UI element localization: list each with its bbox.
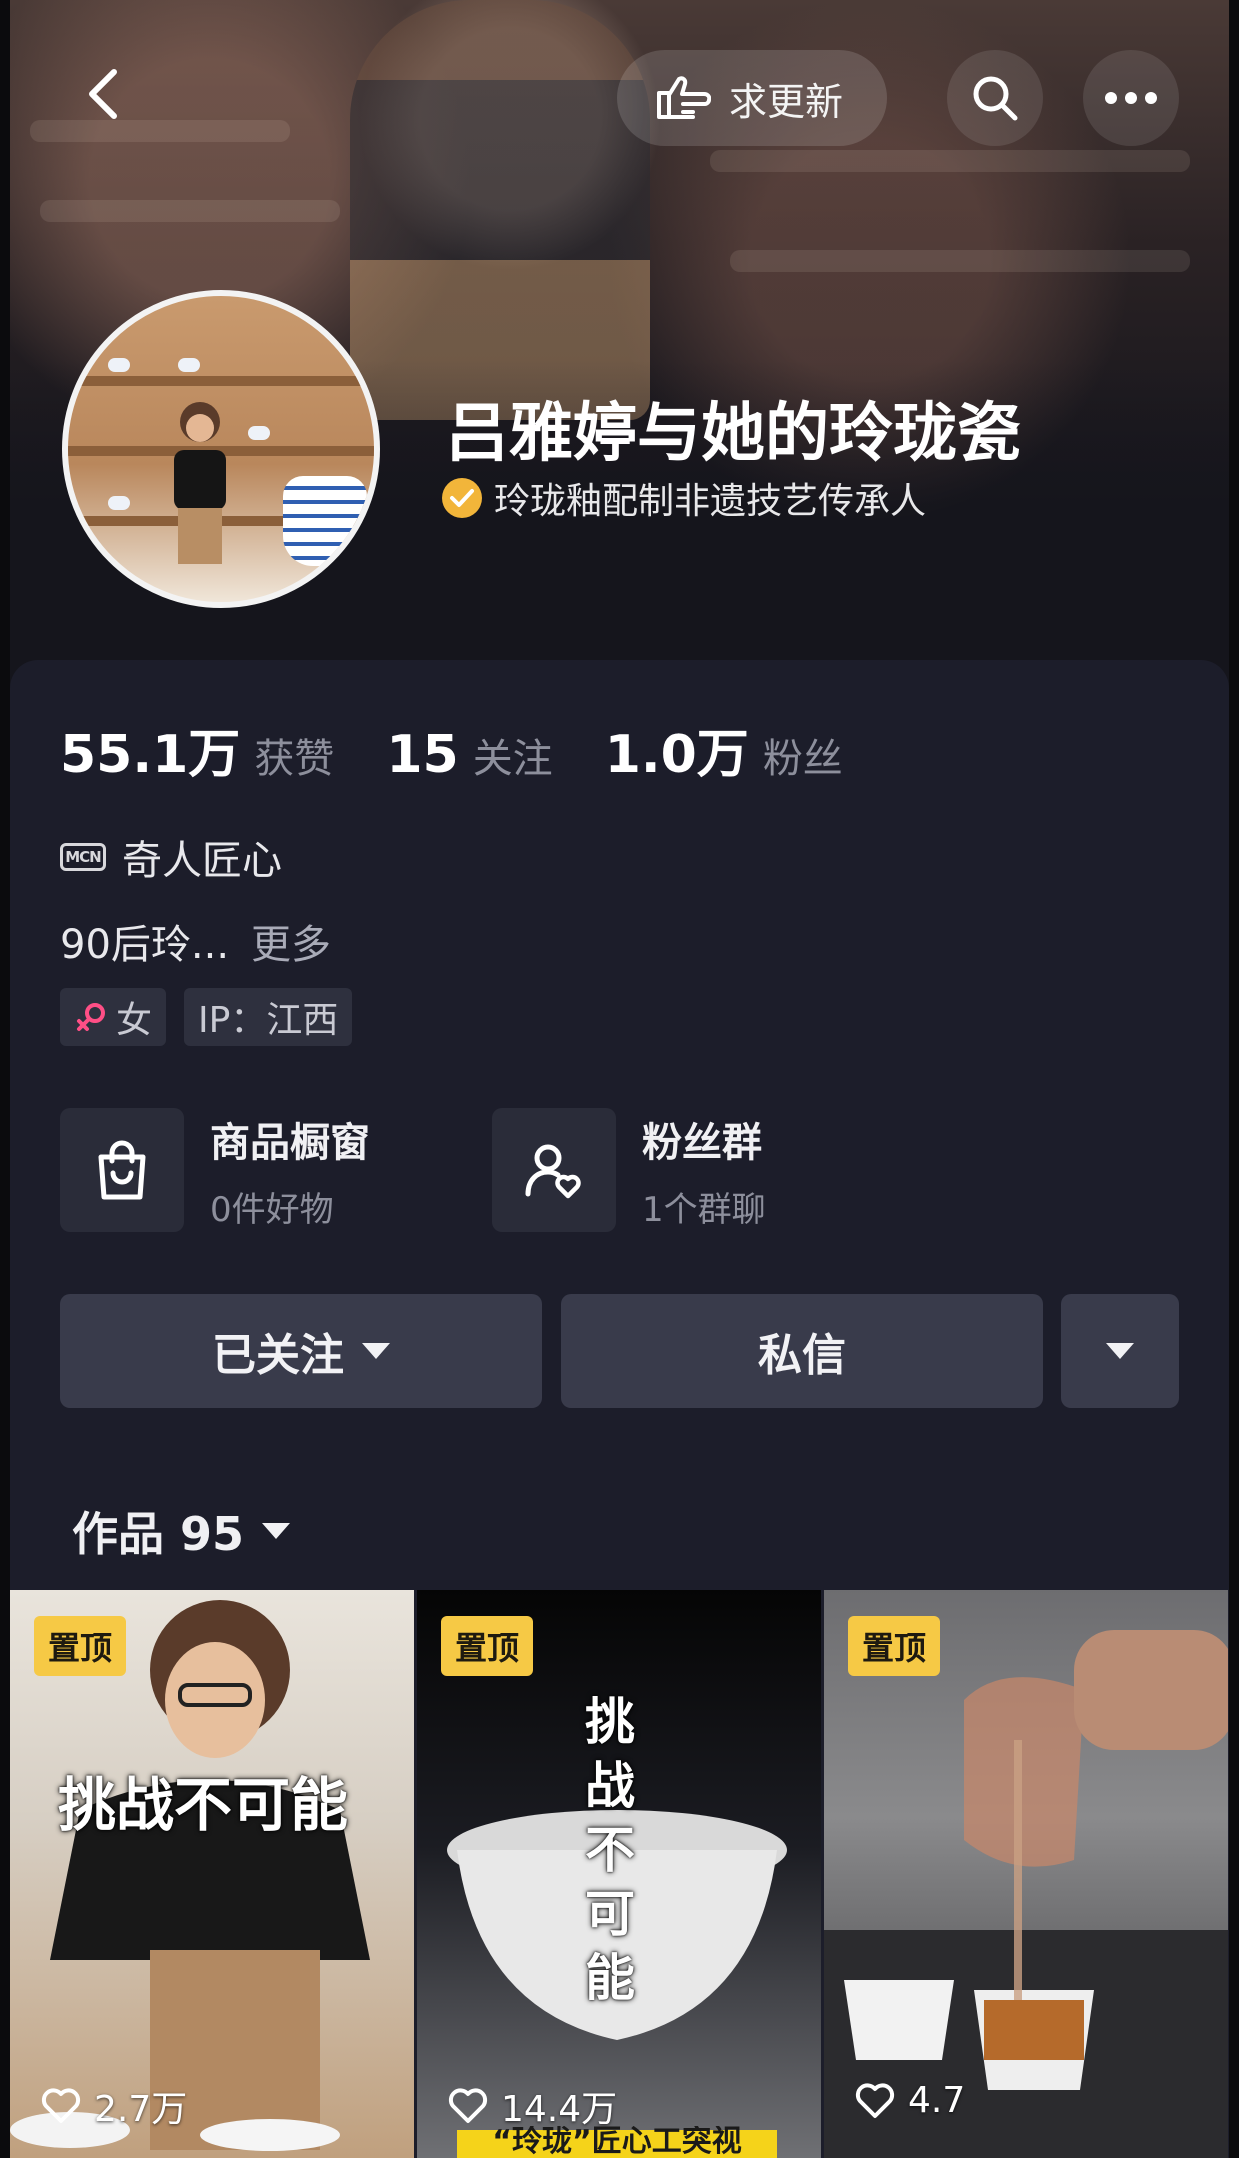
search-button[interactable] xyxy=(947,50,1043,146)
video-likes-count: 14.4万 xyxy=(501,2089,618,2130)
shopping-bag-shape xyxy=(98,1140,146,1200)
avatar-porcelain xyxy=(248,426,270,440)
video-bottom-caption: “玲珑”匠心工突视 xyxy=(492,2126,742,2158)
banner-shelf xyxy=(40,200,340,222)
mcn-icon: MCN xyxy=(60,843,106,871)
likes-count: 55.1万 xyxy=(60,725,241,785)
followers-label[interactable]: 粉丝 xyxy=(763,726,843,784)
chevron-left-icon xyxy=(89,69,117,119)
mcn-row[interactable]: MCN 奇人匠心 xyxy=(60,828,282,886)
video-likes: 2.7万 xyxy=(40,2080,187,2132)
verification-row: 玲珑釉配制非遗技艺传承人 xyxy=(442,472,926,524)
fan-group-entry[interactable]: 粉丝群 1个群聊 xyxy=(492,1108,766,1232)
video-likes-count: 4.7 xyxy=(908,2080,966,2121)
bio-row: 90后玲... 更多 xyxy=(60,912,331,970)
avatar-porcelain xyxy=(108,496,130,510)
caret-down-icon xyxy=(362,1343,390,1359)
pointing-hand-icon xyxy=(657,76,711,119)
works-tab[interactable]: 作品 95 xyxy=(72,1498,291,1564)
banner-shelf xyxy=(710,150,1190,172)
following-button[interactable]: 已关注 xyxy=(60,1294,542,1408)
caret-down-icon xyxy=(1106,1343,1134,1359)
female-icon xyxy=(77,1003,105,1031)
profile-screen: 求更新 吕雅婷与她的玲珑瓷 玲珑釉配制非遗技艺传承人 55.1万 获赞 15 关… xyxy=(10,0,1229,2158)
ip-location-label: IP：江西 xyxy=(198,1000,339,1041)
pinned-badge: 置顶 xyxy=(848,1616,941,1676)
ip-location-tag: IP：江西 xyxy=(184,988,353,1046)
fan-group-title: 粉丝群 xyxy=(642,1119,762,1166)
check-mark-shape xyxy=(450,489,474,507)
banner-shelf xyxy=(30,120,290,142)
more-dots-icon xyxy=(1105,92,1157,104)
message-button-label: 私信 xyxy=(758,1330,846,1381)
video-thumbnail[interactable]: 置顶 挑战不可能 14.4万 “玲珑”匠心工突视 xyxy=(417,1590,821,2158)
fan-group-sub: 1个群聊 xyxy=(642,1189,766,1230)
following-button-label: 已关注 xyxy=(212,1330,344,1381)
caret-down-icon xyxy=(262,1523,291,1539)
heart-icon xyxy=(448,2088,488,2123)
video-overlay-title: 挑战不可能 xyxy=(58,1771,349,1839)
avatar-porcelain-jar xyxy=(283,476,367,566)
followers-count[interactable]: 1.0万 xyxy=(605,712,749,787)
profile-name: 吕雅婷与她的玲珑瓷 xyxy=(445,397,1021,471)
bio-more-link[interactable]: 更多 xyxy=(251,912,331,970)
shopping-bag-icon xyxy=(60,1108,184,1232)
shop-window-sub: 0件好物 xyxy=(210,1189,334,1230)
gender-label: 女 xyxy=(116,1000,153,1041)
verified-check-icon xyxy=(442,478,482,518)
shop-window-entry[interactable]: 商品橱窗 0件好物 xyxy=(60,1108,370,1232)
pinned-badge: 置顶 xyxy=(34,1616,127,1676)
video-likes-count: 2.7万 xyxy=(94,2089,188,2130)
likes-label: 获赞 xyxy=(254,736,335,782)
banner-artisan-figure xyxy=(350,0,650,420)
user-heart-icon xyxy=(492,1108,616,1232)
avatar-shelf xyxy=(68,376,374,386)
mcn-name: 奇人匠心 xyxy=(122,838,282,884)
following-label[interactable]: 关注 xyxy=(473,726,553,784)
avatar-porcelain xyxy=(108,358,130,372)
back-button[interactable] xyxy=(72,62,136,126)
stats-row: 55.1万 获赞 15 关注 1.0万 粉丝 xyxy=(60,712,895,787)
message-button[interactable]: 私信 xyxy=(561,1294,1043,1408)
gender-tag: 女 xyxy=(60,988,167,1046)
video-likes: 4.7 xyxy=(854,2080,965,2121)
avatar-porcelain xyxy=(178,358,200,372)
video-thumbnail[interactable]: 置顶 4.7 xyxy=(824,1590,1228,2158)
video-thumbnail[interactable]: 置顶 挑战不可能 2.7万 xyxy=(10,1590,414,2158)
banner-shelf xyxy=(730,250,1190,272)
heart-icon xyxy=(41,2088,81,2123)
more-options-button[interactable] xyxy=(1083,50,1179,146)
shop-window-title: 商品橱窗 xyxy=(210,1119,370,1166)
verification-text: 玲珑釉配制非遗技艺传承人 xyxy=(494,481,927,522)
pinned-badge: 置顶 xyxy=(441,1616,534,1676)
request-update-button[interactable]: 求更新 xyxy=(617,50,887,146)
avatar-person xyxy=(174,402,226,564)
bio-text: 90后玲... xyxy=(60,922,230,968)
user-heart-shape xyxy=(525,1144,581,1199)
video-likes: 14.4万 xyxy=(447,2080,617,2132)
search-icon xyxy=(973,76,1018,121)
request-update-label: 求更新 xyxy=(729,79,844,124)
more-actions-button[interactable] xyxy=(1061,1294,1179,1408)
heart-icon xyxy=(855,2082,895,2118)
video-overlay-title: 挑战不可能 xyxy=(585,1693,635,2007)
works-label: 作品 95 xyxy=(72,1507,245,1561)
following-count[interactable]: 15 xyxy=(386,725,458,785)
profile-tags: 女 IP：江西 xyxy=(60,988,353,1046)
avatar[interactable] xyxy=(62,290,380,608)
